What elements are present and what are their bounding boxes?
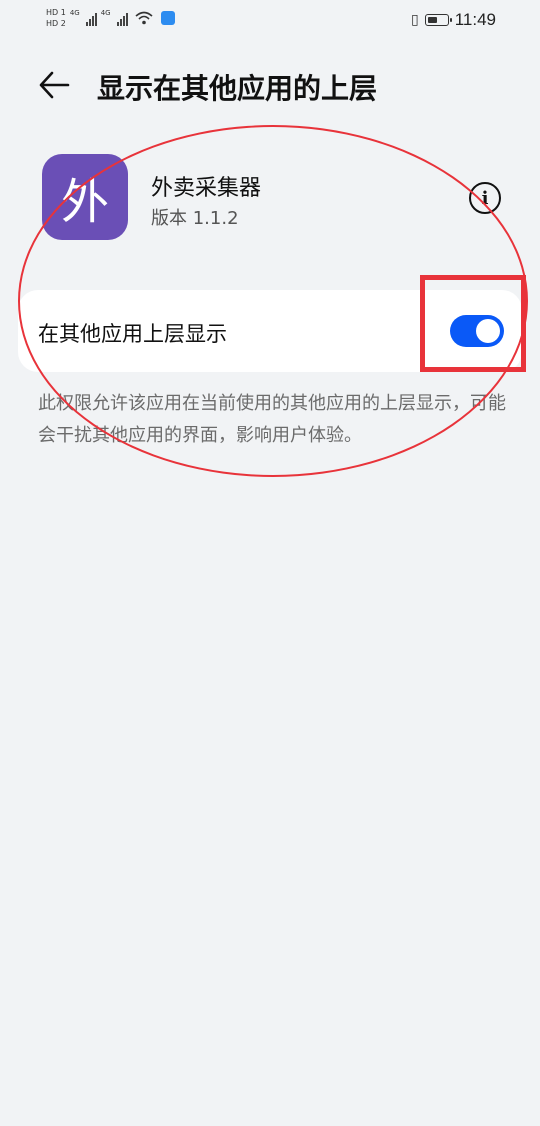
overlay-permission-card: 在其他应用上层显示: [18, 290, 522, 372]
status-right: ▯ 11:49: [411, 10, 496, 30]
wifi-icon: [135, 11, 153, 25]
notification-app-icon: [160, 11, 175, 25]
app-icon-glyph: 外: [60, 174, 109, 230]
info-icon: i: [481, 187, 489, 209]
clock: 11:49: [454, 10, 496, 29]
hd1-badge: HD 1: [46, 8, 66, 17]
hd-stack: HD 1 HD 2: [46, 8, 66, 28]
signal-2-icon: [116, 10, 128, 26]
overlay-permission-label: 在其他应用上层显示: [38, 322, 227, 346]
toggle-knob: [476, 319, 500, 343]
battery-icon: [424, 14, 452, 26]
app-info-button[interactable]: i: [469, 182, 501, 214]
page-title: 显示在其他应用的上层: [97, 72, 378, 105]
back-button[interactable]: [34, 65, 74, 105]
status-bar: HD 1 HD 2 4G 4G ▯ 11:49: [0, 0, 540, 44]
arrow-left-icon: [39, 71, 70, 99]
vibrate-icon: ▯: [411, 12, 419, 28]
app-icon: 外: [42, 154, 128, 240]
overlay-permission-toggle[interactable]: [450, 315, 504, 347]
network-type-1: 4G: [69, 9, 80, 17]
status-left: HD 1 HD 2 4G 4G: [46, 8, 175, 28]
header: 显示在其他应用的上层: [0, 55, 540, 115]
permission-description: 此权限允许该应用在当前使用的其他应用的上层显示，可能会干扰其他应用的界面，影响用…: [38, 393, 506, 446]
app-name: 外卖采集器: [151, 176, 262, 201]
hd2-badge: HD 2: [46, 19, 66, 28]
network-type-2: 4G: [100, 9, 111, 17]
battery-level: [427, 17, 437, 23]
app-version: 版本 1.1.2: [151, 208, 239, 229]
screen: HD 1 HD 2 4G 4G ▯ 11:49 显示在其他应用的上层 外 外卖采…: [0, 0, 540, 1126]
signal-1-icon: [85, 10, 97, 26]
